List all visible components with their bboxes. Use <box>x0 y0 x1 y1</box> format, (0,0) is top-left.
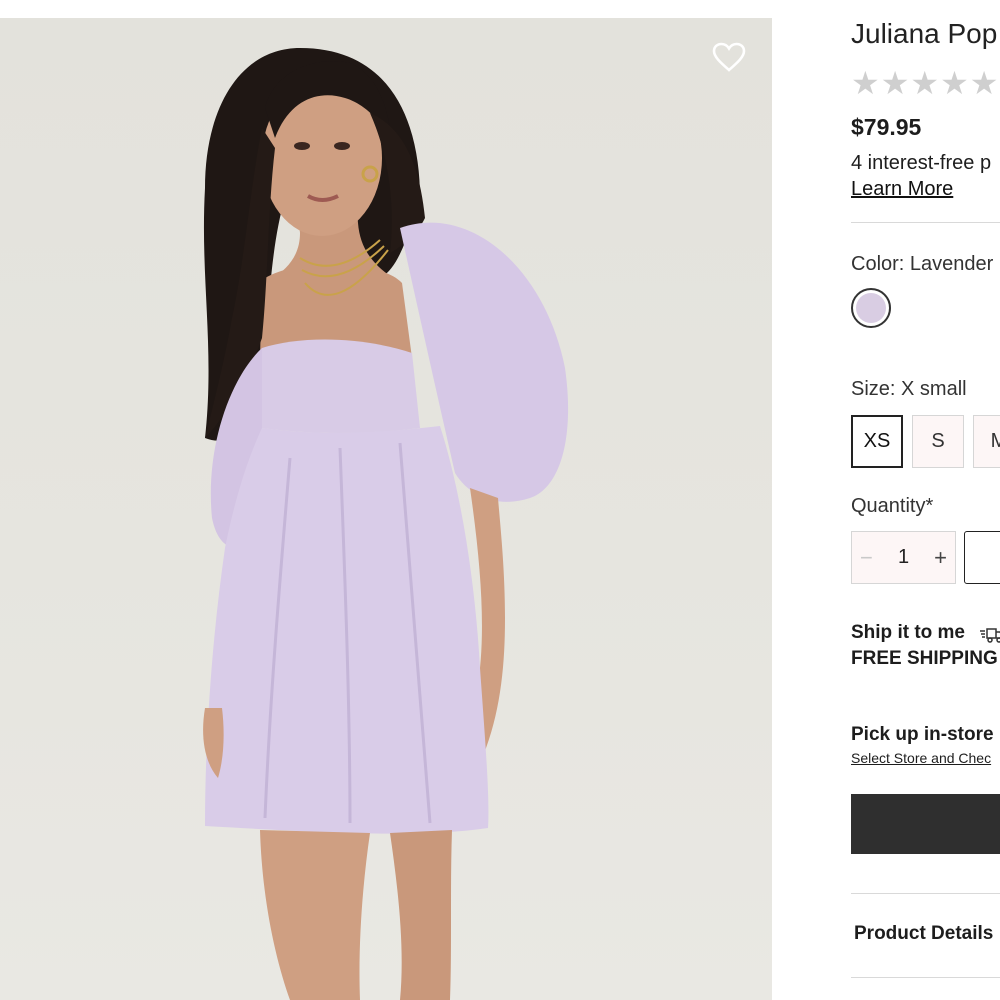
installments-text: 4 interest-free p <box>851 152 992 174</box>
quantity-value[interactable]: 1 <box>898 546 909 569</box>
heart-icon[interactable] <box>712 42 752 82</box>
divider <box>851 977 1000 978</box>
product-title: Juliana Pop <box>851 18 998 49</box>
quantity-increase-button[interactable]: + <box>934 545 947 571</box>
pickup-in-store-label[interactable]: Pick up in-store <box>851 724 994 746</box>
model-illustration <box>203 48 569 1000</box>
color-swatch-lavender[interactable] <box>851 288 891 328</box>
size-label: Size: X small <box>851 378 967 400</box>
fast-truck-icon <box>980 628 1000 643</box>
quantity-stepper: − 1 + <box>851 531 956 584</box>
ship-to-me-label[interactable]: Ship it to me <box>851 622 965 644</box>
quantity-decrease-button[interactable]: − <box>860 545 873 571</box>
select-store-link[interactable]: Select Store and Chec <box>851 750 991 766</box>
free-shipping-label: FREE SHIPPING <box>851 648 998 669</box>
size-option-xs[interactable]: XS <box>851 415 903 468</box>
quantity-label: Quantity* <box>851 495 934 517</box>
product-image <box>0 18 772 1000</box>
size-option-m[interactable]: M <box>973 415 1000 468</box>
divider <box>851 222 1000 223</box>
color-label: Color: Lavender <box>851 253 994 275</box>
product-details-accordion[interactable]: Product Details <box>854 923 993 945</box>
divider <box>851 893 1000 894</box>
product-info-panel: Juliana Pop ★★★★★ $79.95 4 interest-free… <box>851 0 1000 1000</box>
product-price: $79.95 <box>851 114 922 140</box>
learn-more-link[interactable]: Learn More <box>851 178 953 201</box>
size-option-s[interactable]: S <box>912 415 964 468</box>
add-to-bag-button[interactable] <box>851 794 1000 854</box>
add-to-wishlist-box[interactable] <box>964 531 1000 584</box>
rating-stars[interactable]: ★★★★★ <box>851 64 999 102</box>
